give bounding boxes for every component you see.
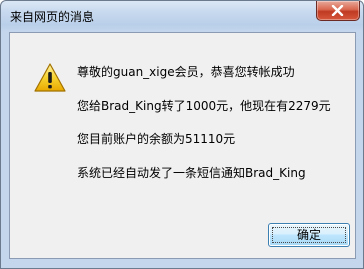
warning-icon: [34, 63, 66, 92]
close-icon: [331, 5, 344, 16]
message-line-balance: 您目前账户的余额为51110元: [77, 132, 236, 146]
dialog-window: 来自网页的消息 尊敬的guan_xige会员，恭喜您转帐成功 您给Brad_Ki…: [0, 0, 364, 269]
message-line-transfer: 您给Brad_King转了1000元，他现在有2279元: [77, 99, 331, 113]
message-line-greeting: 尊敬的guan_xige会员，恭喜您转帐成功: [77, 65, 295, 79]
title-bar[interactable]: 来自网页的消息: [1, 1, 363, 32]
ok-button[interactable]: 确定: [268, 223, 350, 247]
window-title: 来自网页的消息: [10, 10, 95, 24]
focus-ring: [272, 227, 346, 243]
dialog-content: 尊敬的guan_xige会员，恭喜您转帐成功 您给Brad_King转了1000…: [9, 32, 356, 259]
close-button[interactable]: [316, 1, 360, 21]
message-line-notification: 系统已经自动发了一条短信通知Brad_King: [77, 166, 306, 180]
